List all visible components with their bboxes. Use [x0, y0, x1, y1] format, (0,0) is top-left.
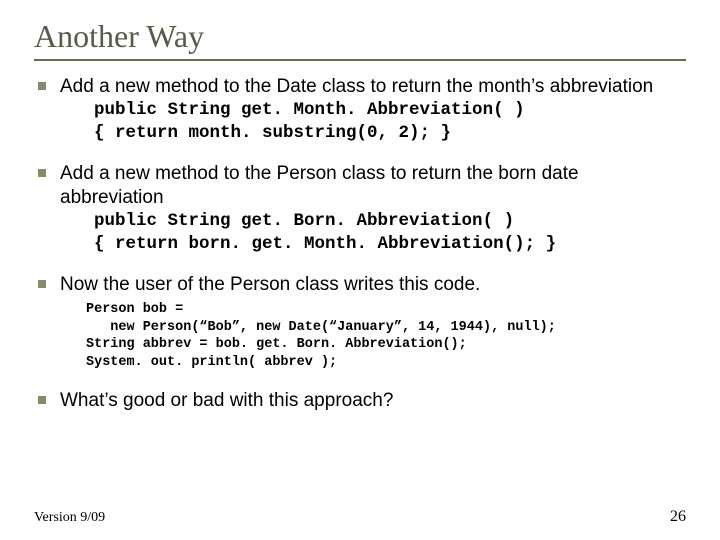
code-block: public String get. Month. Abbreviation( … [94, 99, 686, 145]
footer: Version 9/09 26 [34, 508, 686, 526]
bullet-text: Add a new method to the Date class to re… [60, 76, 653, 97]
bullet-list: Add a new method to the Date class to re… [34, 75, 686, 413]
bullet-item: Add a new method to the Person class to … [34, 162, 686, 255]
slide: Another Way Add a new method to the Date… [0, 0, 720, 540]
code-block: public String get. Born. Abbreviation( )… [94, 210, 686, 256]
bullet-text: What’s good or bad with this approach? [60, 390, 393, 411]
slide-title: Another Way [34, 18, 686, 55]
code-block: Person bob = new Person(“Bob”, new Date(… [86, 301, 686, 371]
version-label: Version 9/09 [34, 510, 105, 526]
bullet-text: Add a new method to the Person class to … [60, 163, 579, 208]
bullet-item: What’s good or bad with this approach? [34, 389, 686, 413]
page-number: 26 [670, 508, 686, 526]
bullet-item: Add a new method to the Date class to re… [34, 75, 686, 144]
bullet-text: Now the user of the Person class writes … [60, 274, 480, 295]
title-rule [34, 59, 686, 61]
bullet-item: Now the user of the Person class writes … [34, 273, 686, 371]
